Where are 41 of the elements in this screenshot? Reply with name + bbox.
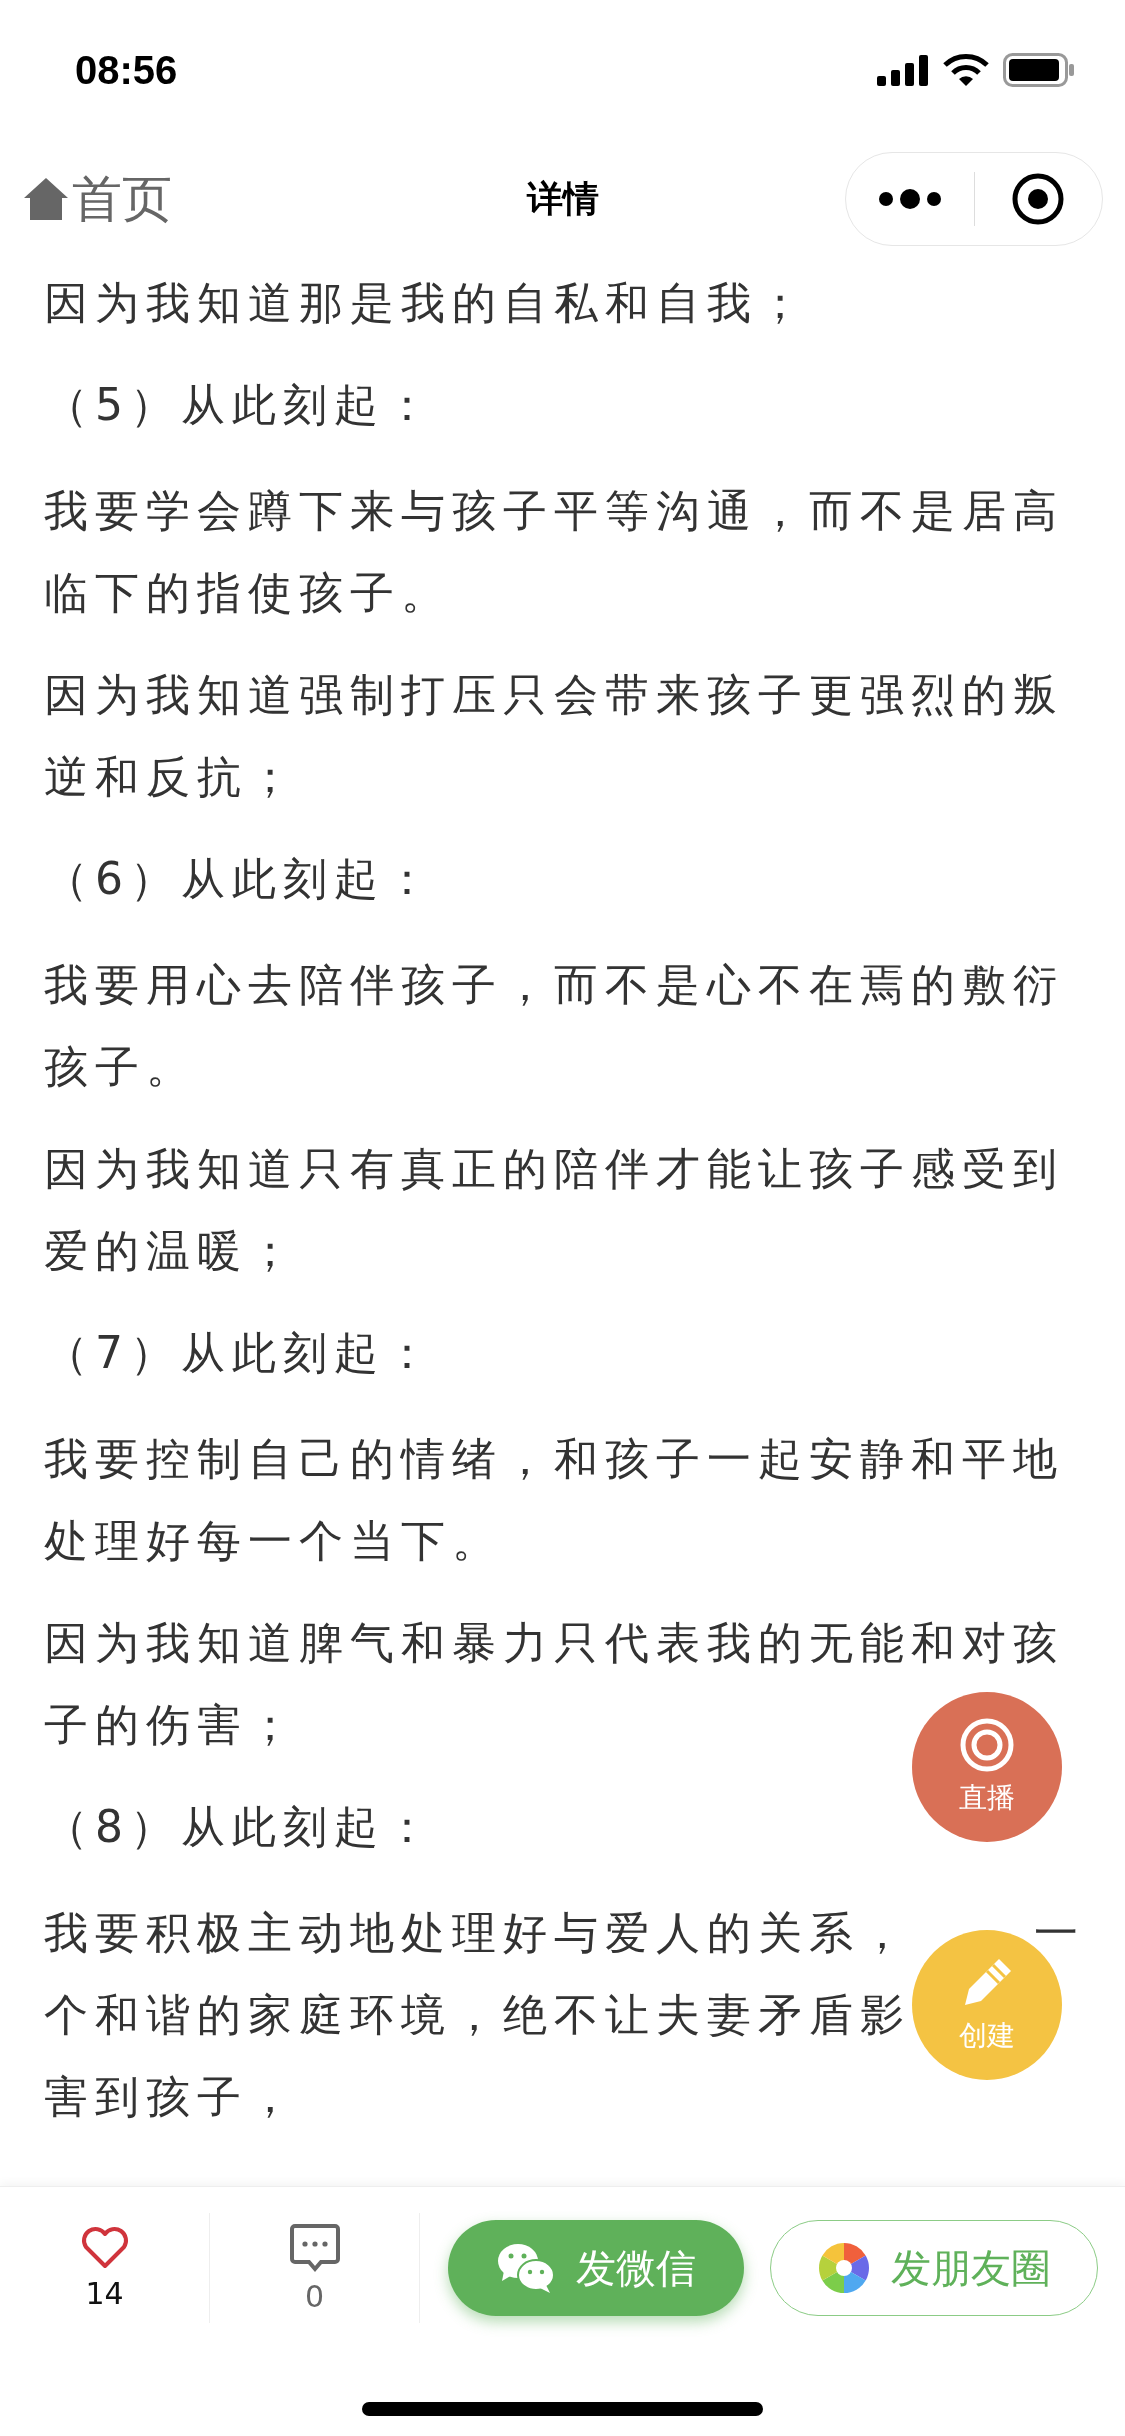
section-heading: （8）从此刻起： <box>44 1800 436 1854</box>
paragraph-line: 因为我知道强制打压只会带来孩子更强烈的叛 <box>44 668 1064 722</box>
battery-icon <box>1003 53 1075 87</box>
comment-button[interactable]: 0 <box>210 2213 420 2323</box>
paragraph-line: 因为我知道那是我的自私和自我； <box>44 276 809 330</box>
paragraph-line: 子的伤害； <box>44 1698 299 1752</box>
section-heading: （7）从此刻起： <box>44 1326 436 1380</box>
section-heading: （6）从此刻起： <box>44 852 436 906</box>
target-icon <box>959 1717 1015 1773</box>
close-icon[interactable] <box>1011 172 1066 226</box>
more-icon[interactable] <box>876 188 943 210</box>
paragraph-line: 我要积极主动地处理好与爱人的关系， <box>44 1906 911 1960</box>
paragraph-line: 我要控制自己的情绪，和孩子一起安静和平地 <box>44 1432 1064 1486</box>
status-time: 08:56 <box>75 47 178 93</box>
paragraph-line: 个和谐的家庭环境，绝不让夫妻矛盾影 <box>44 1988 911 2042</box>
paragraph-line: 因为我知道只有真正的陪伴才能让孩子感受到 <box>44 1142 1064 1196</box>
paragraph-line: 临下的指使孩子。 <box>44 566 452 620</box>
home-icon <box>22 176 70 222</box>
signal-icon <box>877 54 929 86</box>
paragraph-line: 孩子。 <box>44 1040 197 1094</box>
like-button[interactable]: 14 <box>0 2213 210 2323</box>
share-moments-button[interactable]: 发朋友圈 <box>770 2220 1098 2316</box>
paragraph-line: 爱的温暖； <box>44 1224 299 1278</box>
paragraph-line: 我要学会蹲下来与孩子平等沟通，而不是居高 <box>44 484 1064 538</box>
paragraph-line: 因为我知道脾气和暴力只代表我的无能和对孩 <box>44 1616 1064 1670</box>
aperture-icon <box>817 2241 871 2295</box>
section-heading: （5）从此刻起： <box>44 378 436 432</box>
like-count: 14 <box>85 2275 124 2311</box>
paragraph-line: 我要用心去陪伴孩子，而不是心不在焉的敷衍 <box>44 958 1064 1012</box>
wifi-icon <box>943 53 989 87</box>
page-title: 详情 <box>526 177 599 219</box>
live-button[interactable]: 直播 <box>912 1692 1062 1842</box>
comment-count: 0 <box>304 2278 325 2314</box>
chat-bubbles-icon <box>496 2241 556 2295</box>
paragraph-line: 害到孩子， <box>44 2070 299 2124</box>
heart-icon <box>79 2225 130 2270</box>
paragraph-line: 逆和反抗； <box>44 750 299 804</box>
home-link[interactable]: 首页 <box>22 165 172 233</box>
send-chat-button[interactable]: 发微信 <box>448 2220 744 2316</box>
paragraph-line: 处理好每一个当下。 <box>44 1514 503 1568</box>
comment-icon <box>288 2222 341 2273</box>
